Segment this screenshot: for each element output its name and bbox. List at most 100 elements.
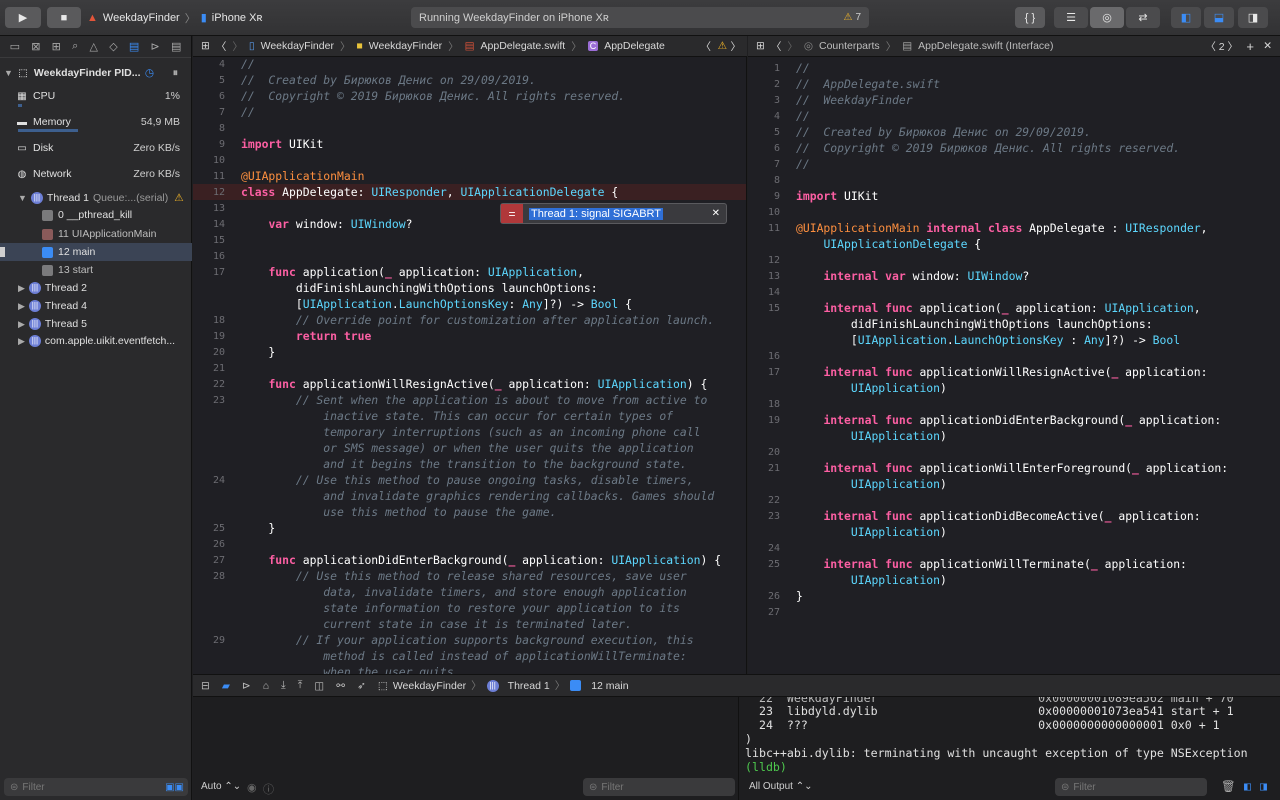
left-panel-icon: ◧ — [1180, 12, 1192, 24]
frame-row[interactable]: 13 start — [0, 261, 192, 279]
pause-icon[interactable]: ⏸ — [173, 67, 178, 80]
eye-icon[interactable]: ◉ — [247, 781, 257, 794]
gauge-disk[interactable]: ▭ Disk Zero KB/s — [0, 139, 192, 157]
toggle-navigator-button[interactable]: ◧ — [1171, 7, 1201, 28]
add-editor-icon[interactable]: + — [1246, 39, 1254, 54]
version-editor-button[interactable]: ⇄ — [1126, 7, 1160, 28]
right-panel-icon: ◨ — [1247, 12, 1259, 24]
continue-icon[interactable]: ⊳ — [242, 680, 251, 692]
left-source-editor[interactable]: 4// 5// Created by Бирюков Денис on 29/0… — [193, 57, 747, 674]
thread-icon: ||| — [486, 679, 499, 692]
scheme-device-label: iPhone Xʀ — [211, 11, 263, 24]
network-icon: ◍ — [17, 168, 27, 180]
source-control-icon[interactable]: ⊠ — [31, 40, 40, 53]
back-icon[interactable]: 〈 — [216, 39, 227, 54]
thread-row[interactable]: ▶ ||| Thread 2 — [0, 279, 192, 297]
forward-icon[interactable]: 〉 — [787, 39, 798, 54]
memory-graph-icon[interactable]: ⚯ — [336, 680, 345, 692]
issue-icon[interactable]: △ — [90, 40, 98, 53]
jump-symbol[interactable]: AppDelegate — [604, 40, 665, 52]
library-button[interactable]: { } — [1015, 7, 1045, 28]
frame-row[interactable]: 0 __pthread_kill — [0, 206, 192, 224]
run-button[interactable]: ▶ — [5, 7, 41, 28]
toggle-inspector-button[interactable]: ◨ — [1238, 7, 1268, 28]
step-out-icon[interactable]: ⤒ — [298, 679, 303, 692]
step-into-icon[interactable]: ⤓ — [281, 679, 286, 692]
jump-project[interactable]: WeekdayFinder — [261, 40, 334, 52]
auto-scope-selector[interactable]: Auto ⌃⌄ — [201, 781, 241, 792]
console-output[interactable]: 22 WeekdayFinder 0x00000001089ea562 main… — [738, 697, 1280, 800]
back-icon[interactable]: 〈 — [771, 39, 782, 54]
toggle-debug-button[interactable]: ⬓ — [1204, 7, 1234, 28]
standard-editor-button[interactable]: ☰ — [1054, 7, 1088, 28]
disclosure-closed-icon: ▶ — [18, 318, 25, 329]
test-icon[interactable]: ◇ — [109, 40, 117, 53]
location-icon[interactable]: ➶ — [357, 680, 366, 692]
navigator-filter-field[interactable]: ⊜ Filter ▣▣ — [4, 778, 188, 796]
split-right-icon[interactable]: ◨ — [1260, 779, 1267, 793]
close-editor-icon[interactable]: ✕ — [1263, 40, 1272, 52]
breakpoint-icon[interactable]: ⊳ — [151, 40, 160, 53]
trash-icon[interactable]: 🗑 — [1221, 779, 1236, 793]
counterpart-stepper[interactable]: 〈 2 〉 — [1205, 39, 1238, 54]
thread-row[interactable]: ▶ ||| Thread 4 — [0, 297, 192, 315]
gauge-network[interactable]: ◍ Network Zero KB/s — [0, 165, 192, 183]
right-source-editor[interactable]: 1// 2// AppDelegate.swift 3// WeekdayFin… — [748, 57, 1280, 674]
grid-icon[interactable]: ⊞ — [201, 40, 210, 52]
jump-interface[interactable]: AppDelegate.swift (Interface) — [918, 40, 1053, 52]
thread-row[interactable]: ▶ ||| Thread 5 — [0, 315, 192, 333]
stop-button[interactable]: ■ — [47, 7, 81, 28]
step-over-icon[interactable]: ⌂ — [263, 680, 269, 692]
scheme-selector[interactable]: ▲ WeekdayFinder 〉 ▮ iPhone Xʀ — [87, 7, 405, 28]
filter-icon: ⊜ — [589, 781, 598, 793]
jump-group[interactable]: WeekdayFinder — [369, 40, 442, 52]
error-annotation[interactable]: = Thread 1: signal SIGABRT ✕ — [500, 203, 727, 224]
warning-badge[interactable]: ⚠ 7 — [843, 12, 861, 23]
memory-icon: ▬ — [17, 116, 27, 128]
jump-file[interactable]: AppDelegate.swift — [481, 40, 566, 52]
disclosure-closed-icon: ▶ — [18, 300, 25, 311]
jump-counterparts[interactable]: Counterparts — [819, 40, 880, 52]
view-debugger-icon[interactable]: ◫ — [314, 680, 324, 692]
next-issue-icon[interactable]: 〉 — [731, 39, 742, 54]
device-icon: ▮ — [200, 12, 207, 24]
gauge-cpu[interactable]: ▦ CPU 1% — [0, 87, 192, 105]
console-filter-field[interactable]: ⊜ Filter — [1055, 778, 1207, 796]
warning-icon[interactable]: ⚠ — [718, 40, 727, 52]
filter-options-icon[interactable]: ▣▣ — [165, 782, 184, 793]
split-left-icon[interactable]: ◧ — [1244, 779, 1251, 793]
symbol-icon[interactable]: ⊞ — [52, 40, 61, 53]
close-icon[interactable]: ✕ — [712, 208, 720, 219]
gauge-icon[interactable]: ◷ — [145, 67, 154, 79]
filter-icon: ⊜ — [1061, 781, 1070, 793]
left-jump-bar: ⊞ 〈 〉 ▯ WeekdayFinder 〉 ■ WeekdayFinder … — [193, 36, 747, 57]
breakpoints-toggle-icon[interactable]: ▰ — [222, 680, 230, 692]
thread-row[interactable]: ▶ ||| com.apple.uikit.eventfetch... — [0, 332, 192, 350]
prev-issue-icon[interactable]: 〈 — [701, 39, 712, 54]
user-frame-icon — [42, 246, 53, 258]
user-frame-icon — [570, 680, 582, 691]
swift-file-icon: ▤ — [464, 40, 475, 52]
report-icon[interactable]: ▤ — [171, 40, 181, 53]
play-icon: ▶ — [18, 12, 28, 24]
hide-debug-area-icon[interactable]: ⊟ — [201, 680, 210, 692]
frame-row-selected[interactable]: 12 main — [0, 243, 192, 261]
cpu-icon: ▦ — [17, 90, 27, 102]
search-icon[interactable]: ⌕ — [72, 40, 78, 53]
frame-row[interactable]: 11 UIApplicationMain — [0, 225, 192, 243]
thread-icon: ||| — [28, 300, 41, 312]
warning-icon: ⚠ — [843, 12, 853, 23]
variables-filter-field[interactable]: ⊜ Filter — [583, 778, 735, 796]
debug-icon[interactable]: ▤ — [129, 40, 139, 53]
info-icon[interactable]: ⓘ — [263, 781, 274, 797]
disclosure-closed-icon: ▶ — [18, 282, 25, 293]
variables-view[interactable]: Auto ⌃⌄ ◉ ⓘ ⊜ Filter — [193, 697, 738, 800]
process-name: WeekdayFinder PID... — [33, 67, 141, 79]
output-selector[interactable]: All Output ⌃⌄ — [749, 781, 812, 792]
folder-icon[interactable]: ▭ — [10, 40, 20, 53]
forward-icon[interactable]: 〉 — [232, 39, 243, 54]
assistant-editor-button[interactable]: ◎ — [1090, 7, 1124, 28]
grid-icon[interactable]: ⊞ — [756, 40, 765, 52]
process-row[interactable]: ▼ ⬚ WeekdayFinder PID... ◷ ⏸ — [0, 64, 192, 82]
thread-row[interactable]: ▼ ||| Thread 1 Queue:...(serial) ⚠ — [0, 189, 192, 207]
